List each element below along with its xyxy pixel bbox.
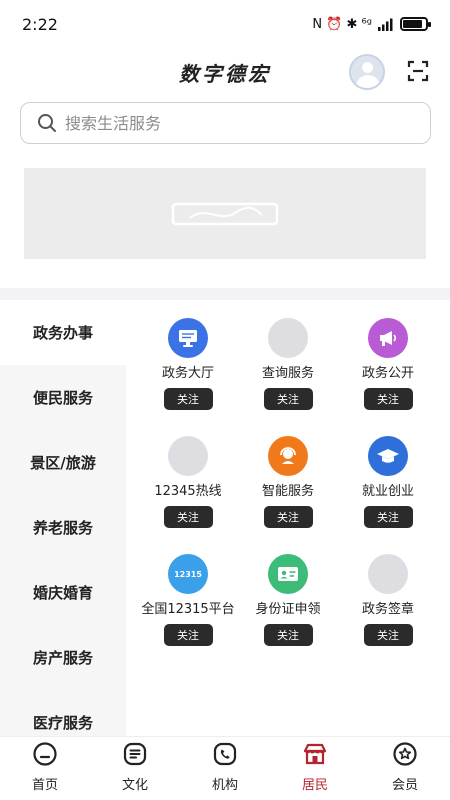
sidebar-item-convenience[interactable]: 便民服务 xyxy=(0,365,126,430)
follow-button[interactable]: 关注 xyxy=(363,388,413,410)
service-label: 政务公开 xyxy=(361,366,414,381)
member-icon xyxy=(393,742,417,766)
follow-button[interactable]: 关注 xyxy=(363,506,413,528)
service-label: 全国12315平台 xyxy=(141,602,235,617)
service-label: 12345热线 xyxy=(154,484,222,499)
placeholder-icon xyxy=(268,318,308,358)
sidebar-item-label: 养老服务 xyxy=(32,519,93,537)
banner[interactable] xyxy=(24,168,426,259)
service-label: 查询服务 xyxy=(261,366,314,381)
search-input[interactable] xyxy=(65,113,405,133)
sidebar-item-marriage[interactable]: 婚庆婚育 xyxy=(0,560,126,625)
service-item-gov-public[interactable]: 政务公开 关注 xyxy=(338,318,438,436)
service-label: 就业创业 xyxy=(361,484,414,499)
nav-item-institution[interactable]: 机构 xyxy=(180,737,270,800)
status-bar: 2:22 N ⏰ ✱ ⁶ᵍ xyxy=(0,0,450,48)
follow-button[interactable]: 关注 xyxy=(263,624,313,646)
culture-icon xyxy=(123,742,147,766)
follow-button[interactable]: 关注 xyxy=(263,506,313,528)
institution-icon xyxy=(213,742,237,766)
sidebar-item-housing[interactable]: 房产服务 xyxy=(0,625,126,690)
service-label: 身份证申领 xyxy=(255,602,321,617)
follow-button[interactable]: 关注 xyxy=(363,624,413,646)
signal-icon xyxy=(378,18,393,31)
sidebar-item-medical[interactable]: 医疗服务 xyxy=(0,690,126,736)
service-item-query[interactable]: 查询服务 关注 xyxy=(238,318,338,436)
bottom-nav: 首页 文化 机构 居民 会员 xyxy=(0,736,450,800)
service-item-employment[interactable]: 就业创业 关注 xyxy=(338,436,438,554)
nav-label: 文化 xyxy=(121,778,148,793)
service-item-gov-seal[interactable]: 政务签章 关注 xyxy=(338,554,438,672)
nav-label: 居民 xyxy=(301,778,328,793)
placeholder-icon xyxy=(368,554,408,594)
category-sidebar: 政务办事 便民服务 景区/旅游 养老服务 婚庆婚育 房产服务 医疗服务 xyxy=(0,300,126,736)
placeholder-icon xyxy=(168,436,208,476)
service-grid: 政务大厅 关注 查询服务 关注 政务公开 关注 12345热线 关注 智能服务 xyxy=(138,318,438,672)
nav-item-home[interactable]: 首页 xyxy=(0,737,90,800)
megaphone-icon xyxy=(368,318,408,358)
sidebar-item-label: 景区/旅游 xyxy=(30,454,96,472)
sidebar-item-label: 婚庆婚育 xyxy=(32,584,93,602)
user-avatar[interactable] xyxy=(349,54,385,90)
follow-button[interactable]: 关注 xyxy=(263,388,313,410)
search-bar[interactable] xyxy=(20,102,431,144)
home-icon xyxy=(33,742,57,766)
follow-button[interactable]: 关注 xyxy=(163,624,213,646)
service-label: 政务签章 xyxy=(361,602,414,617)
graduation-cap-icon xyxy=(368,436,408,476)
service-item-gov-hall[interactable]: 政务大厅 关注 xyxy=(138,318,238,436)
app-header: 数字德宏 xyxy=(0,52,450,94)
sidebar-item-tourism[interactable]: 景区/旅游 xyxy=(0,430,126,495)
headset-icon xyxy=(268,436,308,476)
service-item-smart-service[interactable]: 智能服务 关注 xyxy=(238,436,338,554)
follow-button[interactable]: 关注 xyxy=(163,388,213,410)
scan-icon[interactable] xyxy=(407,60,429,82)
id-card-icon xyxy=(268,554,308,594)
section-divider xyxy=(0,288,450,300)
nav-item-culture[interactable]: 文化 xyxy=(90,737,180,800)
nav-item-member[interactable]: 会员 xyxy=(360,737,450,800)
service-item-12345-hotline[interactable]: 12345热线 关注 xyxy=(138,436,238,554)
sidebar-item-label: 医疗服务 xyxy=(32,714,93,732)
service-item-12315-platform[interactable]: 12315 全国12315平台 关注 xyxy=(138,554,238,672)
nav-label: 机构 xyxy=(211,778,238,793)
sidebar-item-gov-affairs[interactable]: 政务办事 xyxy=(0,300,126,365)
search-icon xyxy=(38,114,56,132)
sidebar-item-label: 政务办事 xyxy=(32,324,93,342)
resident-icon xyxy=(303,743,327,765)
service-label: 政务大厅 xyxy=(161,366,214,381)
follow-button[interactable]: 关注 xyxy=(163,506,213,528)
badge-12315-icon: 12315 xyxy=(168,554,208,594)
service-item-id-card[interactable]: 身份证申领 关注 xyxy=(238,554,338,672)
badge-12315-text: 12315 xyxy=(174,569,202,579)
sidebar-item-label: 便民服务 xyxy=(32,389,93,407)
monitor-icon xyxy=(168,318,208,358)
status-time: 2:22 xyxy=(22,14,58,34)
nav-item-resident[interactable]: 居民 xyxy=(270,737,360,800)
battery-icon xyxy=(400,17,431,31)
nav-label: 会员 xyxy=(391,778,418,793)
status-indicator-text: N ⏰ ✱ ⁶ᵍ xyxy=(312,16,372,32)
sidebar-item-label: 房产服务 xyxy=(32,649,93,667)
service-label: 智能服务 xyxy=(261,484,314,499)
image-placeholder-icon xyxy=(171,202,279,225)
nav-label: 首页 xyxy=(31,778,58,793)
status-indicators: N ⏰ ✱ ⁶ᵍ xyxy=(312,16,431,32)
sidebar-item-elderly-care[interactable]: 养老服务 xyxy=(0,495,126,560)
